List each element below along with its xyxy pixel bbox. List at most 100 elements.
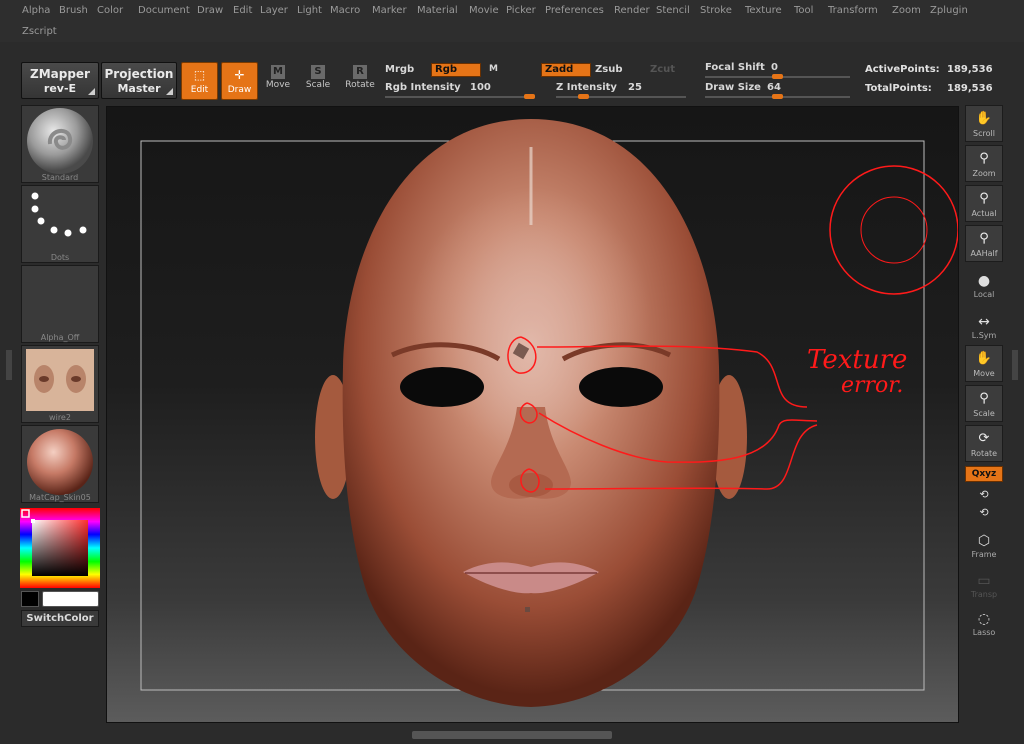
actual-button[interactable]: ⚲ Actual: [965, 185, 1003, 222]
lasso-label: Lasso: [972, 628, 996, 637]
color-picker[interactable]: [20, 508, 100, 588]
bottom-tray-handle[interactable]: [412, 731, 612, 739]
corner-triangle-icon: [88, 88, 95, 95]
xyz-button[interactable]: Qxyz: [965, 466, 1003, 482]
rotate-icon: ⟳: [978, 431, 990, 446]
scale-button[interactable]: S Scale: [302, 62, 334, 100]
annotation-line-1: Texture: [807, 345, 908, 375]
zadd-button[interactable]: Zadd: [541, 63, 591, 77]
menu-marker[interactable]: Marker: [372, 5, 407, 16]
stroke-slot[interactable]: Dots: [21, 185, 99, 263]
left-tray-handle[interactable]: [6, 350, 12, 380]
menu-macro[interactable]: Macro: [330, 5, 360, 16]
rotate-y-button[interactable]: ⟲: [965, 486, 1003, 504]
menu-preferences[interactable]: Preferences: [545, 5, 604, 16]
annotation-line-2: error.: [841, 373, 904, 398]
focal-shift-knob: [772, 74, 783, 79]
rotate-button[interactable]: R Rotate: [343, 62, 377, 100]
main-color-swatch[interactable]: [21, 591, 39, 607]
edit-button[interactable]: ⬚ Edit: [181, 62, 218, 100]
top-toolbar: ZMapper rev-E Projection Master ⬚ Edit ✛…: [0, 54, 1024, 102]
menu-light[interactable]: Light: [297, 5, 322, 16]
zoom-button[interactable]: ⚲ Zoom: [965, 145, 1003, 182]
alpha-slot[interactable]: Alpha_Off: [21, 265, 99, 343]
rgb-button[interactable]: Rgb: [431, 63, 481, 77]
transparency-icon: ▭: [977, 573, 991, 589]
zcut-button[interactable]: Zcut: [650, 64, 675, 75]
menu-transform[interactable]: Transform: [828, 5, 878, 16]
draw-size-knob: [772, 94, 783, 99]
active-points-label: ActivePoints:: [865, 64, 940, 75]
draw-button[interactable]: ✛ Draw: [221, 62, 258, 100]
mrgb-button[interactable]: Mrgb: [385, 64, 414, 75]
document-canvas[interactable]: Texture error.: [106, 106, 959, 723]
menu-texture[interactable]: Texture: [745, 5, 782, 16]
error-circle-nose: [520, 468, 540, 493]
menu-movie[interactable]: Movie: [469, 5, 499, 16]
stroke-name: Dots: [50, 253, 70, 262]
menu-brush[interactable]: Brush: [59, 5, 88, 16]
menu-draw[interactable]: Draw: [197, 5, 223, 16]
menu-stroke[interactable]: Stroke: [700, 5, 732, 16]
menu-color[interactable]: Color: [97, 5, 123, 16]
menu-layer[interactable]: Layer: [260, 5, 288, 16]
move-view-button[interactable]: ✋ Move: [965, 345, 1003, 382]
rotate-label: Rotate: [345, 80, 375, 90]
move-view-label: Move: [973, 369, 995, 378]
menu-document[interactable]: Document: [138, 5, 190, 16]
scroll-button[interactable]: ✋ Scroll: [965, 105, 1003, 142]
projection-master-button[interactable]: Projection Master: [101, 62, 177, 99]
menu-picker[interactable]: Picker: [506, 5, 536, 16]
secondary-color-swatch[interactable]: [42, 591, 99, 607]
brush-cursor-outer-icon: [829, 165, 958, 295]
switch-color-button[interactable]: SwitchColor: [21, 610, 99, 627]
frame-button[interactable]: ⬡ Frame: [965, 532, 1003, 559]
symmetry-arrows-icon: ↔: [978, 314, 990, 330]
menu-zscript[interactable]: Zscript: [22, 26, 57, 37]
magnifier-icon: ⚲: [979, 391, 989, 406]
callout-line-top: [536, 345, 808, 408]
menu-material[interactable]: Material: [417, 5, 458, 16]
rotate-z-button[interactable]: ⟲: [965, 504, 1003, 522]
menu-zplugin[interactable]: Zplugin: [930, 5, 968, 16]
menu-stencil[interactable]: Stencil: [656, 5, 690, 16]
lsym-button[interactable]: ↔ L.Sym: [965, 313, 1003, 340]
right-tray-handle[interactable]: [1012, 350, 1018, 380]
error-circle-bridge: [519, 402, 538, 424]
hand-icon: ✋: [975, 351, 993, 366]
texture-slot[interactable]: wire2: [21, 345, 99, 423]
edit-label: Edit: [190, 85, 209, 95]
rgb-intensity-track: [385, 96, 535, 98]
lasso-button[interactable]: ◌ Lasso: [965, 610, 1003, 637]
brush-name: Standard: [41, 173, 79, 182]
rotate-view-button[interactable]: ⟳ Rotate: [965, 425, 1003, 462]
brush-slot[interactable]: Standard: [21, 105, 99, 183]
transp-button[interactable]: ▭ Transp: [965, 572, 1003, 599]
edit-icon: ⬚: [193, 68, 206, 82]
menu-render[interactable]: Render: [614, 5, 650, 16]
zmapper-version: rev-E: [43, 82, 77, 95]
menu-edit[interactable]: Edit: [233, 5, 252, 16]
z-intensity-value: 25: [628, 82, 642, 93]
material-slot[interactable]: MatCap_Skin05: [21, 425, 99, 503]
magnifier-icon: ⚲: [979, 151, 989, 166]
menu-tool[interactable]: Tool: [794, 5, 813, 16]
move-button[interactable]: M Move: [262, 62, 294, 100]
local-button[interactable]: ● Local: [965, 272, 1003, 299]
total-points-label: TotalPoints:: [865, 83, 932, 94]
zsub-button[interactable]: Zsub: [595, 64, 622, 75]
actual-label: Actual: [971, 209, 997, 218]
rotate-y-icon: ⟲: [979, 488, 989, 501]
m-button[interactable]: M: [489, 64, 498, 74]
scale-view-button[interactable]: ⚲ Scale: [965, 385, 1003, 422]
menu-zoom[interactable]: Zoom: [892, 5, 921, 16]
projection-label: Projection: [104, 67, 174, 81]
menu-alpha[interactable]: Alpha: [22, 5, 50, 16]
move-icon: M: [271, 65, 285, 79]
aahalf-button[interactable]: ⚲ AAHalf: [965, 225, 1003, 262]
draw-size-label: Draw Size: [705, 82, 761, 93]
rotate-view-label: Rotate: [970, 449, 998, 458]
zmapper-button[interactable]: ZMapper rev-E: [21, 62, 99, 99]
standard-brush-icon: [27, 108, 93, 174]
scale-icon: S: [311, 65, 325, 79]
